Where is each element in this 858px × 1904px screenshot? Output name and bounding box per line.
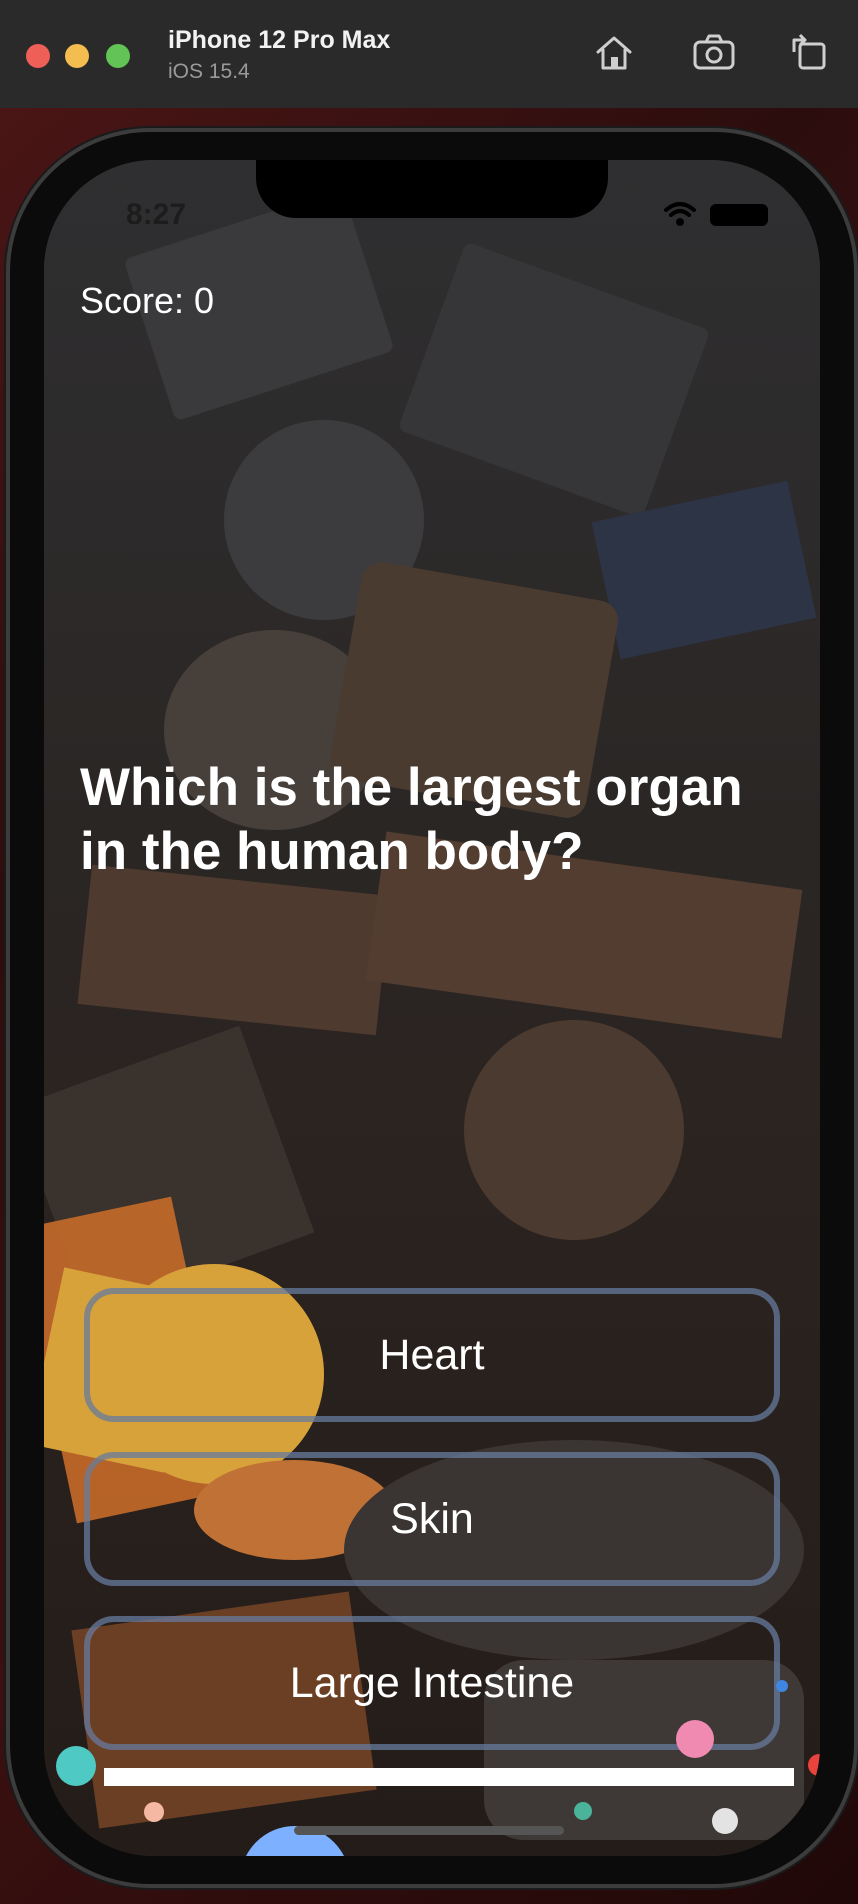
battery-icon	[710, 204, 768, 226]
device-frame: 8:27 Score: 0 Which is the largest organ…	[10, 132, 854, 1884]
confetti-dot	[712, 1808, 738, 1834]
confetti-dot	[56, 1746, 96, 1786]
simulator-title-bar: iPhone 12 Pro Max iOS 15.4	[0, 0, 858, 109]
device-notch	[256, 160, 608, 218]
confetti-dot	[676, 1720, 714, 1758]
answer-button-1[interactable]: Heart	[84, 1288, 780, 1422]
status-icons	[600, 200, 780, 228]
confetti-dot	[144, 1802, 164, 1822]
score-label: Score: 0	[80, 280, 215, 321]
answer-button-3[interactable]: Large Intestine	[84, 1616, 780, 1750]
home-icon[interactable]	[592, 30, 636, 74]
rotate-icon[interactable]	[786, 30, 830, 74]
confetti-dot	[574, 1802, 592, 1820]
zoom-window-button[interactable]	[106, 44, 130, 68]
progress-bar-fill	[104, 1768, 794, 1786]
wifi-icon	[664, 202, 696, 226]
progress-bar	[104, 1768, 794, 1786]
question-text: Which is the largest organ in the human …	[80, 758, 743, 881]
minimize-window-button[interactable]	[65, 44, 89, 68]
screenshot-camera-icon[interactable]	[692, 30, 736, 74]
close-window-button[interactable]	[26, 44, 50, 68]
home-indicator[interactable]	[294, 1826, 564, 1835]
os-version: iOS 15.4	[168, 60, 250, 83]
device-name: iPhone 12 Pro Max	[168, 26, 391, 54]
wallpaper-block	[464, 1020, 684, 1240]
status-time: 8:27	[126, 198, 187, 231]
confetti-dot	[776, 1680, 788, 1692]
answer-button-2[interactable]: Skin	[84, 1452, 780, 1586]
app-screen: 8:27 Score: 0 Which is the largest organ…	[44, 160, 820, 1856]
